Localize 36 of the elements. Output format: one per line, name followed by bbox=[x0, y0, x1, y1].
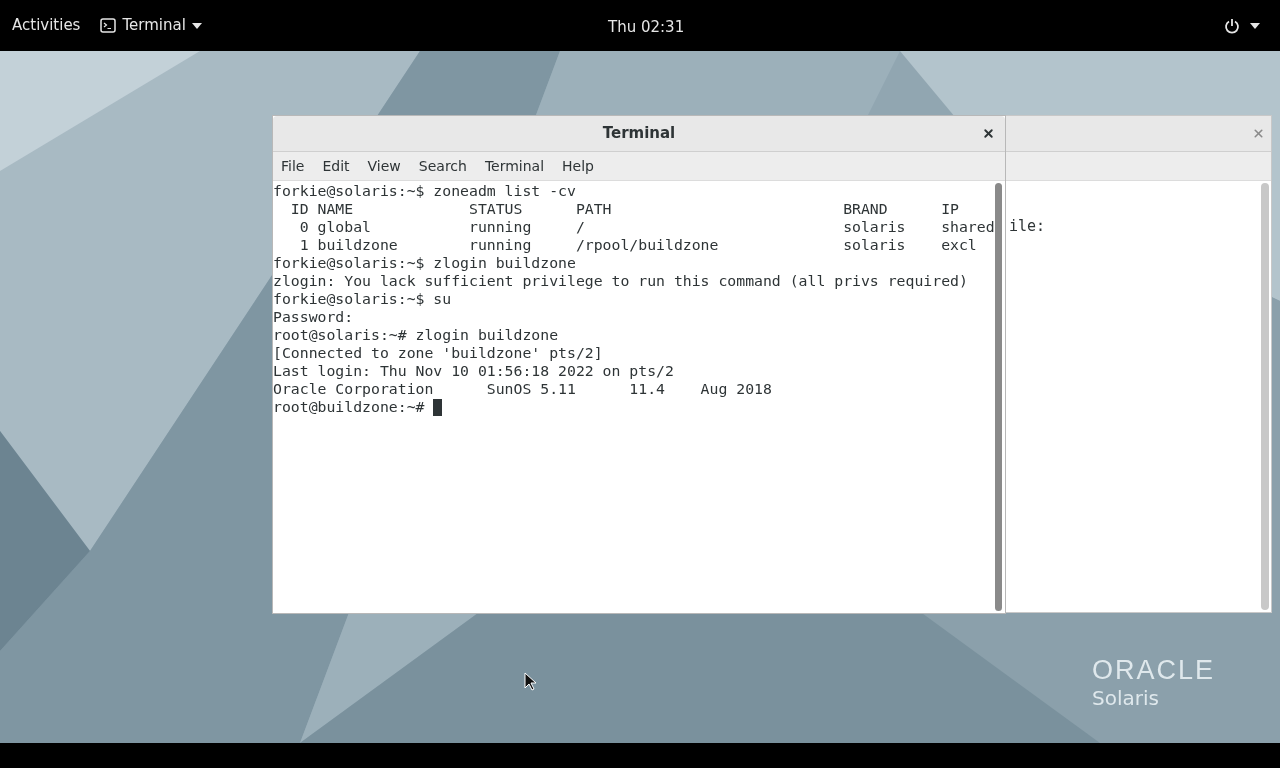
app-menu[interactable]: Terminal bbox=[100, 14, 202, 37]
menu-item[interactable]: Terminal bbox=[484, 155, 545, 177]
terminal-line: forkie@solaris:~$ zoneadm list -cv bbox=[273, 182, 576, 200]
menu-item[interactable]: View bbox=[367, 155, 401, 177]
terminal-line: Oracle Corporation SunOS 5.11 11.4 Aug 2018 bbox=[273, 380, 772, 398]
scrollbar[interactable] bbox=[1261, 183, 1269, 610]
menu-item[interactable]: Search bbox=[418, 155, 467, 177]
close-button[interactable] bbox=[982, 127, 995, 140]
terminal-line: Password: bbox=[273, 308, 354, 326]
menu-item[interactable]: File bbox=[281, 155, 305, 177]
terminal-text: ile: bbox=[1009, 217, 1046, 235]
terminal-icon bbox=[100, 18, 117, 33]
product-name: Solaris bbox=[1092, 685, 1160, 711]
caret-icon bbox=[191, 22, 202, 29]
activities-button[interactable]: Activities bbox=[12, 14, 81, 37]
close-icon[interactable] bbox=[1252, 127, 1265, 140]
terminal-line: 0 global running / solaris shared bbox=[298, 218, 995, 236]
menu-item[interactable]: Edit bbox=[322, 155, 350, 177]
terminal-line: forkie@solaris:~$ su bbox=[273, 290, 452, 308]
terminal-line: [Connected to zone 'buildzone' pts/2] bbox=[273, 344, 603, 362]
text-cursor bbox=[433, 398, 443, 416]
terminal-prompt: root@buildzone:~# bbox=[273, 398, 426, 416]
clock[interactable]: Thu 02:31 bbox=[608, 16, 685, 39]
window-title: Terminal bbox=[602, 123, 676, 145]
terminal-line: ID NAME STATUS PATH BRAND IP bbox=[289, 200, 959, 218]
brand-logo: ORACLE bbox=[1092, 655, 1216, 685]
power-icon[interactable] bbox=[1224, 17, 1240, 34]
terminal-line: root@solaris:~# zlogin buildzone bbox=[273, 326, 559, 344]
terminal-line: forkie@solaris:~$ zlogin buildzone bbox=[273, 254, 576, 272]
menu-item[interactable]: Help bbox=[562, 155, 594, 177]
scrollbar[interactable] bbox=[995, 183, 1002, 611]
terminal-line: Last login: Thu Nov 10 01:56:18 2022 on pts/2 bbox=[273, 362, 674, 380]
caret-icon[interactable] bbox=[1250, 22, 1260, 29]
terminal-line: zlogin: You lack sufficient privilege to run this command (all privs required) bbox=[273, 272, 968, 290]
terminal-line: 1 buildzone running /rpool/buildzone solaris excl bbox=[298, 236, 977, 254]
mouse-pointer-icon bbox=[524, 672, 536, 691]
